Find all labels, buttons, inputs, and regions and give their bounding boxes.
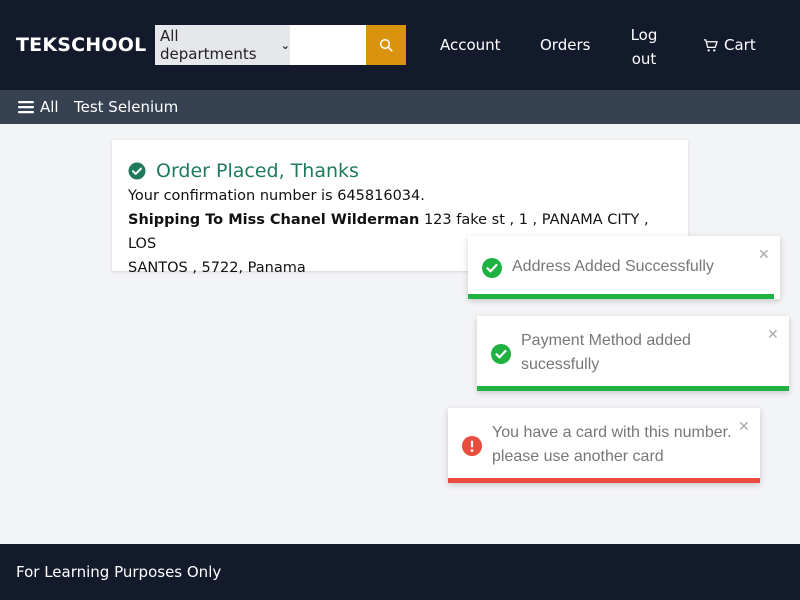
logout-label-line1: Log (630, 26, 658, 44)
all-menu-label: All (40, 98, 59, 116)
toast-progress-bar (448, 478, 760, 483)
top-navbar: TEKSCHOOL All departments ⌄ Account Orde… (0, 0, 800, 90)
sub-navbar: All Test Selenium (0, 90, 800, 124)
subnav-item-test-selenium[interactable]: Test Selenium (74, 98, 178, 116)
footer-text: For Learning Purposes Only (16, 563, 222, 581)
confirmation-number: Your confirmation number is 645816034. (128, 188, 425, 204)
toast-message-line-1: You have a card with this number. (492, 424, 732, 441)
hamburger-menu-icon (18, 101, 34, 114)
toast-message-line-2: sucessfully (521, 356, 600, 373)
logout-link[interactable]: Log out (625, 23, 663, 71)
toast-address-added: Address Added Successfully ✕ (468, 236, 780, 299)
toast-progress-bar (468, 294, 774, 299)
search-icon (379, 38, 393, 52)
toast-message: You have a card with this number. please… (492, 421, 732, 469)
toast-payment-added: Payment Method added sucessfully ✕ (477, 316, 789, 391)
logout-label-line2: out (631, 50, 657, 68)
all-menu-button[interactable]: All (18, 98, 59, 116)
cart-label: Cart (724, 36, 756, 54)
order-title: Order Placed, Thanks (128, 158, 672, 184)
toast-message-line-2: please use another card (492, 448, 664, 465)
toast-card-error: You have a card with this number. please… (448, 408, 760, 483)
search-input[interactable] (290, 25, 366, 65)
logo[interactable]: TEKSCHOOL (16, 34, 146, 56)
account-link[interactable]: Account (440, 36, 501, 54)
toast-message-line-1: Payment Method added (521, 332, 691, 349)
toast-message: Payment Method added sucessfully (521, 329, 691, 377)
footer: For Learning Purposes Only (0, 544, 800, 600)
close-icon[interactable]: ✕ (767, 322, 779, 346)
close-icon[interactable]: ✕ (738, 414, 750, 438)
error-exclamation-icon (462, 436, 482, 456)
toast-message: Address Added Successfully (512, 258, 714, 275)
cart-icon (703, 38, 718, 51)
toast-progress-bar (477, 386, 789, 391)
success-check-icon (482, 258, 502, 278)
department-select-label: All departments (160, 27, 257, 63)
shipping-label: Shipping To Miss Chanel Wilderman (128, 212, 420, 228)
search-button[interactable] (366, 25, 406, 65)
order-title-text: Order Placed, Thanks (156, 160, 359, 182)
chevron-down-icon: ⌄ (280, 38, 290, 52)
success-check-icon (491, 344, 511, 364)
department-select[interactable]: All departments ⌄ (155, 25, 290, 65)
check-circle-icon (128, 162, 146, 180)
close-icon[interactable]: ✕ (758, 242, 770, 266)
orders-link[interactable]: Orders (540, 36, 590, 54)
cart-link[interactable]: Cart (703, 36, 756, 54)
